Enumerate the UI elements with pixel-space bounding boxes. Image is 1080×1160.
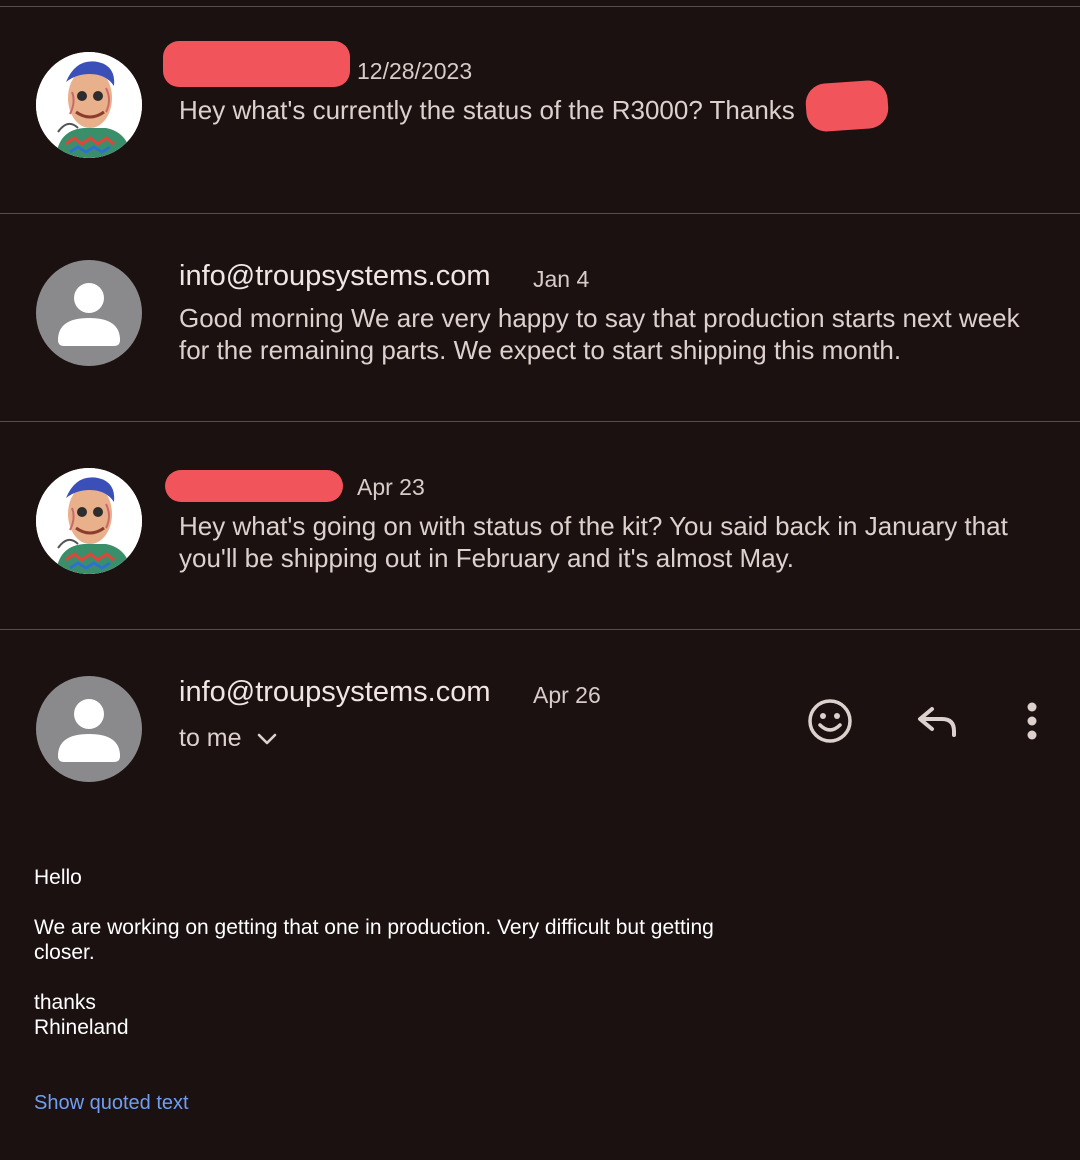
message-divider (0, 629, 1080, 630)
recipient-label: to me (179, 724, 242, 752)
message-divider (0, 421, 1080, 422)
reply-icon[interactable] (912, 696, 962, 746)
message-snippet: Hey what's going on with status of the k… (179, 511, 1008, 573)
person-icon (36, 260, 142, 366)
message-snippet: Hey what's currently the status of the R… (179, 95, 795, 125)
redaction-mark (163, 41, 350, 87)
email-greeting: Hello (34, 866, 82, 889)
sender-email: info@troupsystems.com (179, 260, 491, 292)
recipient-details-toggle[interactable]: to me (179, 724, 278, 753)
email-paragraph: We are working on getting that one in pr… (34, 916, 714, 964)
email-signature: Rhineland (34, 1016, 129, 1039)
cartoon-portrait-avatar (36, 468, 142, 574)
message-date: Apr 23 (357, 474, 425, 500)
smiley-icon[interactable] (805, 696, 855, 746)
message-snippet: Good morning We are very happy to say th… (179, 303, 1020, 365)
top-divider (0, 6, 1080, 7)
email-signoff: thanks (34, 991, 96, 1014)
show-quoted-text-link[interactable]: Show quoted text (34, 1092, 189, 1115)
redaction-mark (165, 470, 343, 502)
message-date: Apr 26 (533, 682, 601, 708)
chevron-down-icon (256, 724, 278, 753)
message-date: 12/28/2023 (357, 58, 473, 84)
sender-email: info@troupsystems.com (179, 676, 491, 708)
more-vertical-icon[interactable] (1012, 696, 1052, 746)
message-date: Jan 4 (533, 266, 590, 292)
person-icon (36, 676, 142, 782)
redaction-mark (804, 79, 890, 133)
cartoon-portrait-avatar (36, 52, 142, 158)
message-divider (0, 213, 1080, 214)
